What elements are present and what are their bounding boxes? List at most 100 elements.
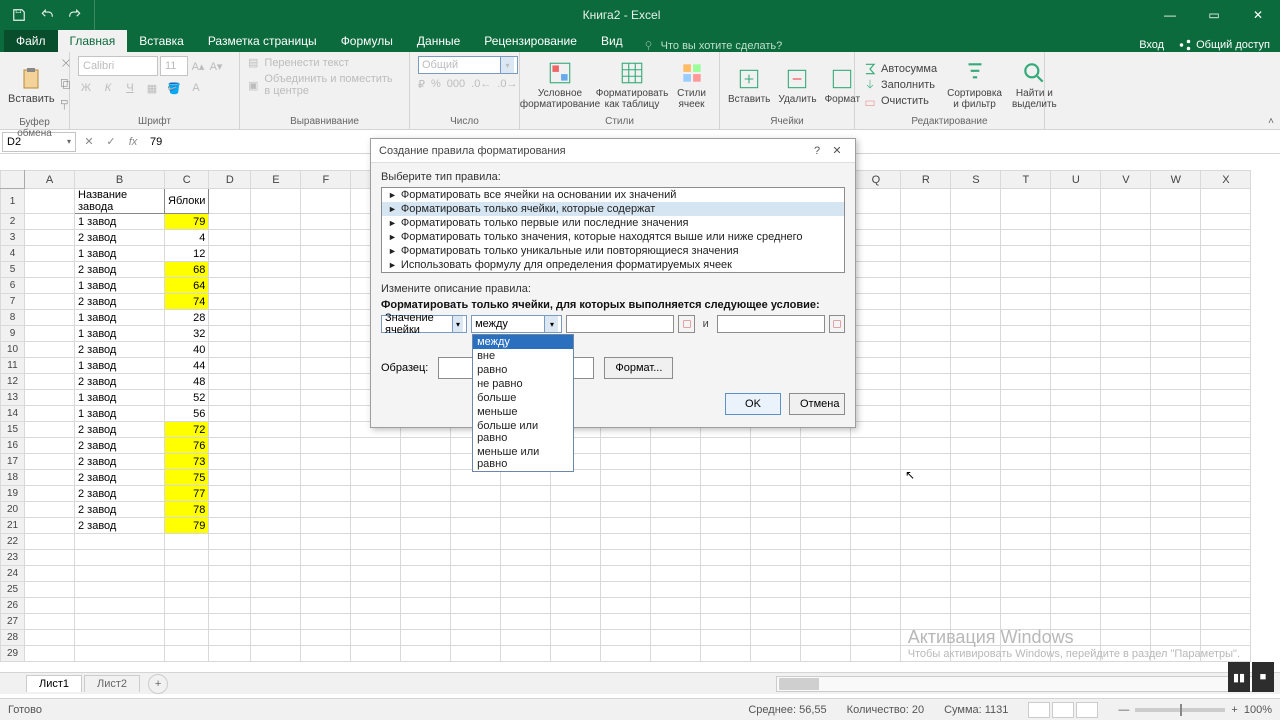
cell-O16[interactable]	[751, 438, 801, 454]
cell-R18[interactable]	[901, 470, 951, 486]
cell-U3[interactable]	[1051, 230, 1101, 246]
cell-H23[interactable]	[401, 550, 451, 566]
cell-U30[interactable]	[1051, 662, 1101, 663]
cell-F11[interactable]	[301, 358, 351, 374]
dd-option-7[interactable]: меньше или равно	[473, 445, 573, 471]
cell-R17[interactable]	[901, 454, 951, 470]
cell-R12[interactable]	[901, 374, 951, 390]
cell-D14[interactable]	[209, 406, 251, 422]
cell-W12[interactable]	[1151, 374, 1201, 390]
cell-E10[interactable]	[251, 342, 301, 358]
row-header-17[interactable]: 17	[1, 454, 25, 470]
cell-B21[interactable]: 2 завод	[75, 518, 165, 534]
cell-W17[interactable]	[1151, 454, 1201, 470]
cell-M27[interactable]	[651, 614, 701, 630]
cell-G17[interactable]	[351, 454, 401, 470]
cell-Q6[interactable]	[851, 278, 901, 294]
cell-E14[interactable]	[251, 406, 301, 422]
add-sheet-button[interactable]: +	[148, 674, 168, 694]
cell-F22[interactable]	[301, 534, 351, 550]
cell-L17[interactable]	[601, 454, 651, 470]
cell-A3[interactable]	[25, 230, 75, 246]
row-header-29[interactable]: 29	[1, 646, 25, 662]
row-header-15[interactable]: 15	[1, 422, 25, 438]
cell-T15[interactable]	[1001, 422, 1051, 438]
cell-F20[interactable]	[301, 502, 351, 518]
cell-B3[interactable]: 2 завод	[75, 230, 165, 246]
cell-E21[interactable]	[251, 518, 301, 534]
cell-H27[interactable]	[401, 614, 451, 630]
cell-F3[interactable]	[301, 230, 351, 246]
cell-M26[interactable]	[651, 598, 701, 614]
cell-Q8[interactable]	[851, 310, 901, 326]
cell-C27[interactable]	[165, 614, 209, 630]
cell-L30[interactable]	[601, 662, 651, 663]
row-header-8[interactable]: 8	[1, 310, 25, 326]
cell-E3[interactable]	[251, 230, 301, 246]
cell-N29[interactable]	[701, 646, 751, 662]
cell-Q3[interactable]	[851, 230, 901, 246]
dd-option-0[interactable]: между	[473, 335, 573, 349]
cell-D24[interactable]	[209, 566, 251, 582]
cell-Q14[interactable]	[851, 406, 901, 422]
row-header-20[interactable]: 20	[1, 502, 25, 518]
cell-T13[interactable]	[1001, 390, 1051, 406]
cell-T7[interactable]	[1001, 294, 1051, 310]
cell-C9[interactable]: 32	[165, 326, 209, 342]
col-header-F[interactable]: F	[301, 171, 351, 189]
rule-type-list[interactable]: ►Форматировать все ячейки на основании и…	[381, 187, 845, 273]
cell-W1[interactable]	[1151, 189, 1201, 214]
cell-K26[interactable]	[551, 598, 601, 614]
cell-U6[interactable]	[1051, 278, 1101, 294]
cell-E6[interactable]	[251, 278, 301, 294]
cell-W22[interactable]	[1151, 534, 1201, 550]
cell-M29[interactable]	[651, 646, 701, 662]
cell-C23[interactable]	[165, 550, 209, 566]
cell-Q22[interactable]	[851, 534, 901, 550]
cell-S4[interactable]	[951, 246, 1001, 262]
cell-B20[interactable]: 2 завод	[75, 502, 165, 518]
cell-T6[interactable]	[1001, 278, 1051, 294]
cell-T23[interactable]	[1001, 550, 1051, 566]
cancel-edit-icon[interactable]: ✕	[78, 135, 100, 148]
cell-X4[interactable]	[1201, 246, 1251, 262]
cell-K29[interactable]	[551, 646, 601, 662]
rule-type-2[interactable]: ►Форматировать только первые или последн…	[382, 216, 844, 230]
font-name-input[interactable]	[78, 56, 158, 76]
decrease-font-icon[interactable]: A▾	[208, 58, 224, 74]
cell-W13[interactable]	[1151, 390, 1201, 406]
cell-I21[interactable]	[451, 518, 501, 534]
cell-W4[interactable]	[1151, 246, 1201, 262]
cell-V2[interactable]	[1101, 214, 1151, 230]
cell-U11[interactable]	[1051, 358, 1101, 374]
cell-C30[interactable]	[165, 662, 209, 663]
cell-U15[interactable]	[1051, 422, 1101, 438]
cell-U16[interactable]	[1051, 438, 1101, 454]
cell-W21[interactable]	[1151, 518, 1201, 534]
cell-S13[interactable]	[951, 390, 1001, 406]
cell-R26[interactable]	[901, 598, 951, 614]
cell-N21[interactable]	[701, 518, 751, 534]
cell-D1[interactable]	[209, 189, 251, 214]
cell-E4[interactable]	[251, 246, 301, 262]
cell-D12[interactable]	[209, 374, 251, 390]
col-header-E[interactable]: E	[251, 171, 301, 189]
cell-H16[interactable]	[401, 438, 451, 454]
cell-A12[interactable]	[25, 374, 75, 390]
cell-V23[interactable]	[1101, 550, 1151, 566]
cell-E27[interactable]	[251, 614, 301, 630]
cell-W8[interactable]	[1151, 310, 1201, 326]
cell-B12[interactable]: 2 завод	[75, 374, 165, 390]
cell-I26[interactable]	[451, 598, 501, 614]
cell-C17[interactable]: 73	[165, 454, 209, 470]
cell-U9[interactable]	[1051, 326, 1101, 342]
dd-option-3[interactable]: не равно	[473, 377, 573, 391]
cell-P22[interactable]	[801, 534, 851, 550]
cell-Q29[interactable]	[851, 646, 901, 662]
cell-T12[interactable]	[1001, 374, 1051, 390]
cell-J26[interactable]	[501, 598, 551, 614]
cell-S18[interactable]	[951, 470, 1001, 486]
cell-W30[interactable]	[1151, 662, 1201, 663]
cell-M22[interactable]	[651, 534, 701, 550]
tab-layout[interactable]: Разметка страницы	[196, 30, 329, 52]
